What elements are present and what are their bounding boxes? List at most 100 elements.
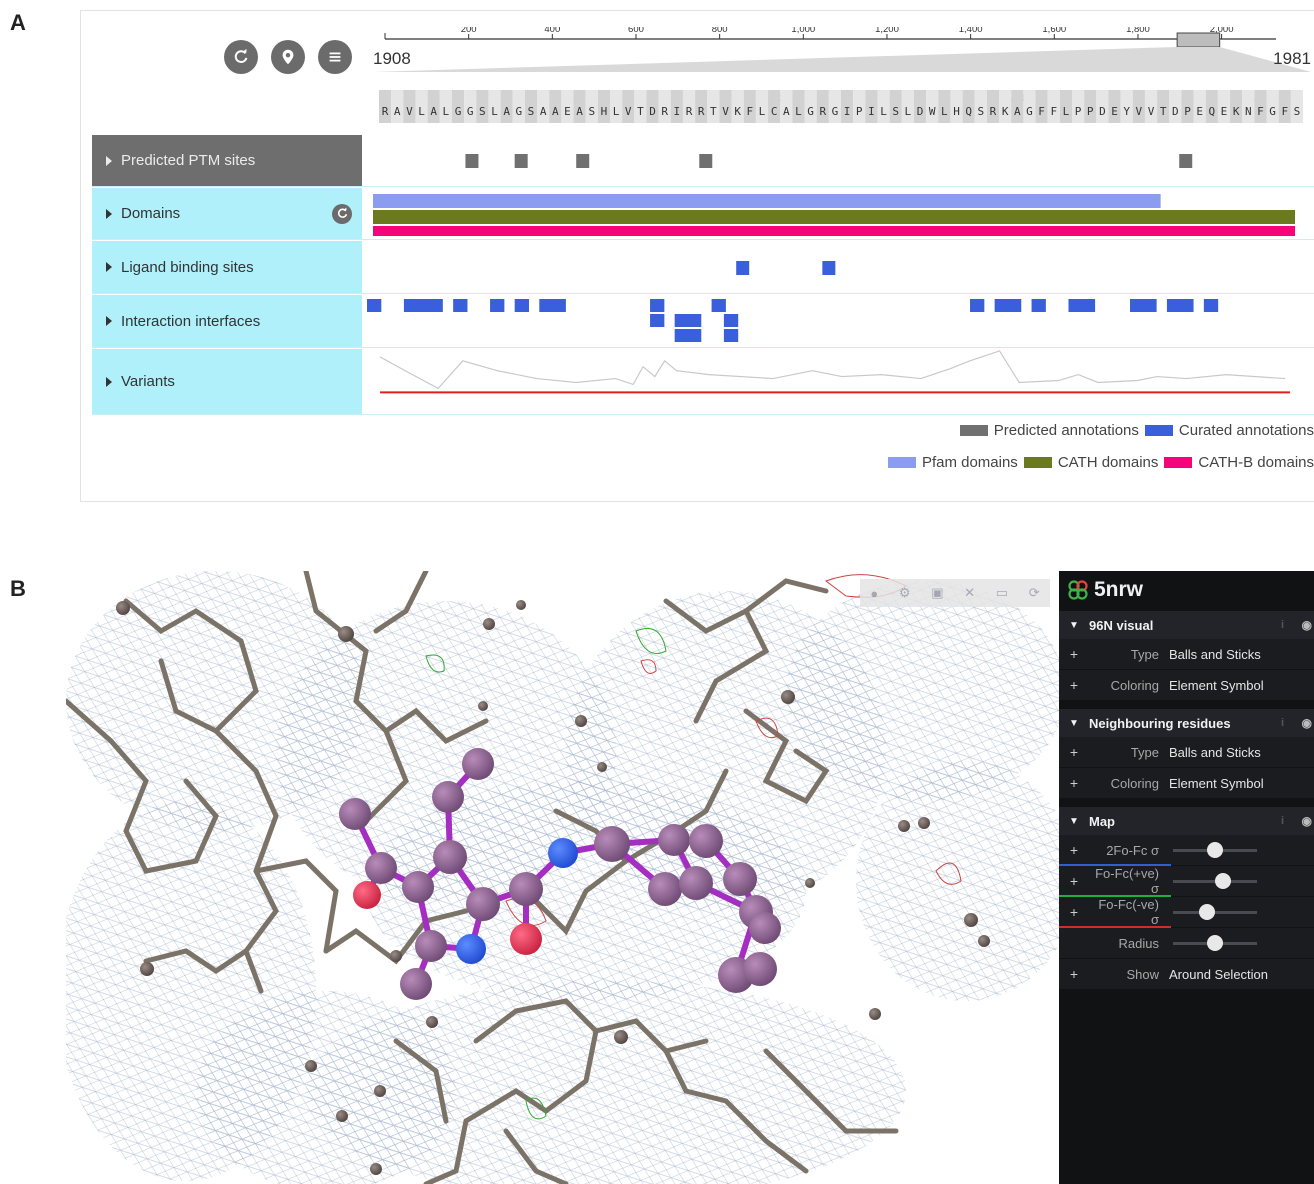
zoom-window-handle[interactable]: [1176, 32, 1221, 48]
interface-segment[interactable]: [650, 299, 665, 312]
menu-button[interactable]: [318, 40, 352, 74]
location-button[interactable]: [271, 40, 305, 74]
expand-plus-icon[interactable]: +: [1059, 873, 1089, 889]
expand-plus-icon[interactable]: +: [1059, 904, 1089, 920]
ptm-site-marker[interactable]: [699, 154, 713, 168]
domain-bar-cath[interactable]: [373, 210, 1295, 224]
group-96n-visual[interactable]: ▼ 96N visual i ◉: [1059, 611, 1314, 639]
tools-icon[interactable]: ✕: [964, 585, 975, 601]
expand-plus-icon[interactable]: +: [1059, 775, 1089, 791]
info-icon[interactable]: ●: [870, 586, 878, 601]
domain-bar-cath-b[interactable]: [373, 226, 1295, 236]
domain-bar-pfam[interactable]: [373, 194, 1161, 208]
group-map[interactable]: ▼ Map i ◉: [1059, 807, 1314, 835]
interface-feature-area[interactable]: [362, 295, 1314, 347]
track-label-ptm[interactable]: Predicted PTM sites: [92, 135, 362, 186]
expand-plus-icon[interactable]: +: [1059, 744, 1089, 760]
interface-segment[interactable]: [453, 299, 468, 312]
interface-segment[interactable]: [723, 314, 739, 327]
interface-segment[interactable]: [1068, 299, 1096, 312]
ptm-site-marker[interactable]: [514, 154, 528, 168]
prop-row-show[interactable]: + Show Around Selection: [1059, 959, 1314, 990]
screen-icon[interactable]: ▭: [996, 585, 1008, 601]
collapse-caret-icon[interactable]: ▼: [1059, 620, 1089, 631]
sigma-slider[interactable]: [1173, 872, 1257, 889]
ligand-feature-area[interactable]: [362, 241, 1314, 293]
interface-segment[interactable]: [1031, 299, 1046, 312]
prop-row-coloring[interactable]: + Coloring Element Symbol: [1059, 670, 1314, 701]
prop-value-select[interactable]: Balls and Sticks: [1169, 745, 1261, 760]
info-icon[interactable]: i: [1281, 815, 1284, 827]
expand-plus-icon[interactable]: +: [1059, 677, 1089, 693]
slider-knob[interactable]: [1215, 872, 1232, 889]
sequence-ruler[interactable]: 200 400 600 800 1,000 1,200 1,400 1,600 1,800 2,0…: [371, 27, 1314, 139]
prop-value-select[interactable]: Element Symbol: [1169, 776, 1264, 791]
prop-row-coloring[interactable]: + Coloring Element Symbol: [1059, 768, 1314, 799]
camera-icon[interactable]: ▣: [931, 585, 943, 601]
refresh-icon[interactable]: [332, 203, 352, 224]
variant-plot[interactable]: [362, 349, 1314, 414]
interface-segment[interactable]: [539, 299, 566, 312]
track-label-ligand[interactable]: Ligand binding sites: [92, 241, 362, 293]
expand-triangle-icon: [106, 208, 112, 219]
sigma-slider[interactable]: [1173, 841, 1257, 858]
slider-knob[interactable]: [1207, 934, 1223, 951]
slider-knob[interactable]: [1198, 903, 1215, 920]
prop-row-type[interactable]: + Type Balls and Sticks: [1059, 737, 1314, 768]
info-icon[interactable]: i: [1281, 619, 1284, 631]
ptm-site-marker[interactable]: [465, 154, 479, 168]
interface-segment[interactable]: [723, 329, 739, 342]
track-label-interfaces[interactable]: Interaction interfaces: [92, 295, 362, 347]
prop-row-type[interactable]: + Type Balls and Sticks: [1059, 639, 1314, 670]
interface-segment[interactable]: [514, 299, 529, 312]
collapse-caret-icon[interactable]: ▼: [1059, 816, 1089, 827]
ligand-site-marker[interactable]: [822, 261, 836, 275]
collapse-caret-icon[interactable]: ▼: [1059, 718, 1089, 729]
interface-segment[interactable]: [674, 329, 702, 342]
domain-feature-area[interactable]: [362, 188, 1314, 239]
residue-letter: V: [406, 105, 413, 118]
interface-segment[interactable]: [1203, 299, 1219, 312]
ligand-site-marker[interactable]: [736, 261, 750, 275]
interface-segment[interactable]: [403, 299, 443, 312]
sigma-slider[interactable]: [1173, 903, 1257, 920]
prop-value-select[interactable]: Balls and Sticks: [1169, 647, 1261, 662]
slider-row-fofc-neg[interactable]: + Fo-Fc(-ve) σ: [1059, 897, 1314, 928]
prop-value-select[interactable]: Element Symbol: [1169, 678, 1264, 693]
slider-row-fofc-pos[interactable]: + Fo-Fc(+ve) σ: [1059, 866, 1314, 897]
expand-plus-icon[interactable]: +: [1059, 966, 1089, 982]
interface-segment[interactable]: [994, 299, 1022, 312]
interface-segment[interactable]: [650, 314, 665, 327]
residue-letter: P: [1184, 105, 1191, 118]
expand-plus-icon[interactable]: +: [1059, 842, 1089, 858]
eye-icon[interactable]: ◉: [1302, 814, 1312, 828]
interface-segment[interactable]: [1130, 299, 1157, 312]
expand-icon[interactable]: ⟳: [1029, 585, 1040, 601]
settings-icon[interactable]: ⚙: [899, 585, 911, 601]
group-neighbouring-residues[interactable]: ▼ Neighbouring residues i ◉: [1059, 709, 1314, 737]
interface-segment[interactable]: [367, 299, 382, 312]
info-icon[interactable]: i: [1281, 717, 1284, 729]
radius-slider[interactable]: [1173, 934, 1257, 951]
reset-view-button[interactable]: [224, 40, 258, 74]
interface-segment[interactable]: [490, 299, 505, 312]
molecular-3d-canvas[interactable]: ● ⚙ ▣ ✕ ▭ ⟳: [66, 571, 1059, 1184]
residue-letter: Q: [965, 105, 972, 118]
prop-value-select[interactable]: Around Selection: [1169, 967, 1268, 982]
track-label-domains[interactable]: Domains: [92, 188, 362, 239]
zoom-end-label: 1981: [1273, 49, 1311, 68]
interface-segment[interactable]: [970, 299, 985, 312]
track-label-variants[interactable]: Variants: [92, 349, 362, 414]
ptm-site-marker[interactable]: [576, 154, 590, 168]
ptm-feature-area[interactable]: [362, 135, 1314, 186]
interface-segment[interactable]: [674, 314, 702, 327]
slider-knob[interactable]: [1207, 841, 1223, 858]
eye-icon[interactable]: ◉: [1302, 716, 1312, 730]
slider-row-radius[interactable]: Radius: [1059, 928, 1314, 959]
slider-row-2fofc[interactable]: +2Fo-Fc σ: [1059, 835, 1314, 866]
expand-plus-icon[interactable]: +: [1059, 646, 1089, 662]
interface-segment[interactable]: [711, 299, 726, 312]
ptm-site-marker[interactable]: [1179, 154, 1193, 168]
interface-segment[interactable]: [1166, 299, 1194, 312]
eye-icon[interactable]: ◉: [1302, 618, 1312, 632]
